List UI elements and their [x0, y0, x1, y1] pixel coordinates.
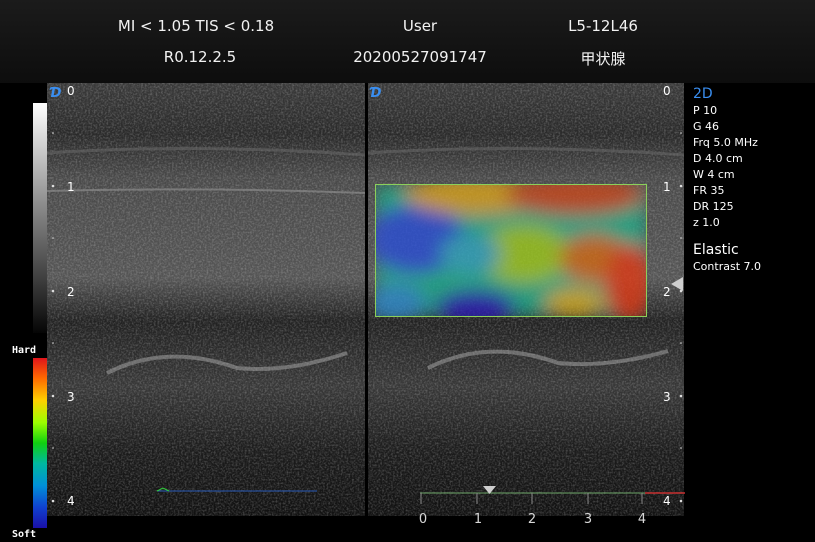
elastography-roi[interactable]: [375, 184, 647, 317]
software-version: R0.12.2.5: [163, 48, 237, 66]
depth-label-left-3: 3: [67, 390, 75, 404]
bmode-image-left[interactable]: [47, 83, 365, 516]
focus-marker-icon[interactable]: [671, 277, 683, 291]
scale-label-1: 1: [473, 512, 483, 527]
probe-label[interactable]: L5-12L46: [568, 17, 638, 35]
depth-label-left-0: 0: [67, 84, 75, 98]
elasticity-colorbar: [33, 358, 47, 528]
depth-label-left-4: 4: [67, 494, 75, 508]
scale-label-2: 2: [527, 512, 537, 527]
scale-label-3: 3: [583, 512, 593, 527]
mode-label[interactable]: 2D: [693, 86, 813, 102]
hard-label: Hard: [12, 345, 37, 356]
study-id: 20200527091747: [353, 48, 487, 66]
status-header: MI < 1.05 TIS < 0.18 User L5-12L46 R0.12…: [0, 0, 815, 83]
param-depth: D 4.0 cm: [693, 152, 743, 165]
depth-label-left-2: 2: [67, 285, 75, 299]
soft-label: Soft: [12, 529, 37, 540]
depth-ticks-right: [679, 132, 683, 503]
vendor-logo-right: Ɗ: [370, 86, 382, 101]
param-width: W 4 cm: [693, 168, 735, 181]
depth-label-right-1: 1: [663, 180, 671, 194]
elastic-mode-label[interactable]: Elastic: [693, 241, 813, 259]
param-dynamic-range: DR 125: [693, 200, 734, 213]
scale-label-0: 0: [418, 512, 428, 527]
param-frame-rate: FR 35: [693, 184, 725, 197]
depth-label-right-3: 3: [663, 390, 671, 404]
param-contrast: Contrast 7.0: [693, 260, 761, 273]
grayscale-bar: [33, 103, 47, 333]
param-zoom: z 1.0: [693, 216, 720, 229]
param-gain: G 46: [693, 120, 720, 133]
depth-label-left-1: 1: [67, 180, 75, 194]
depth-label-right-0: 0: [663, 84, 671, 98]
depth-label-right-2: 2: [663, 285, 671, 299]
parameter-panel: 2D P 10 G 46 Frq 5.0 MHz D 4.0 cm W 4 cm…: [693, 86, 813, 275]
depth-ticks-left: [51, 132, 55, 503]
scale-label-4: 4: [637, 512, 647, 527]
mi-tis-readout: MI < 1.05 TIS < 0.18: [117, 17, 275, 35]
preset-label[interactable]: 甲状腺: [580, 48, 625, 69]
param-power: P 10: [693, 104, 718, 117]
user-label[interactable]: User: [403, 17, 437, 35]
param-frequency: Frq 5.0 MHz: [693, 136, 758, 149]
